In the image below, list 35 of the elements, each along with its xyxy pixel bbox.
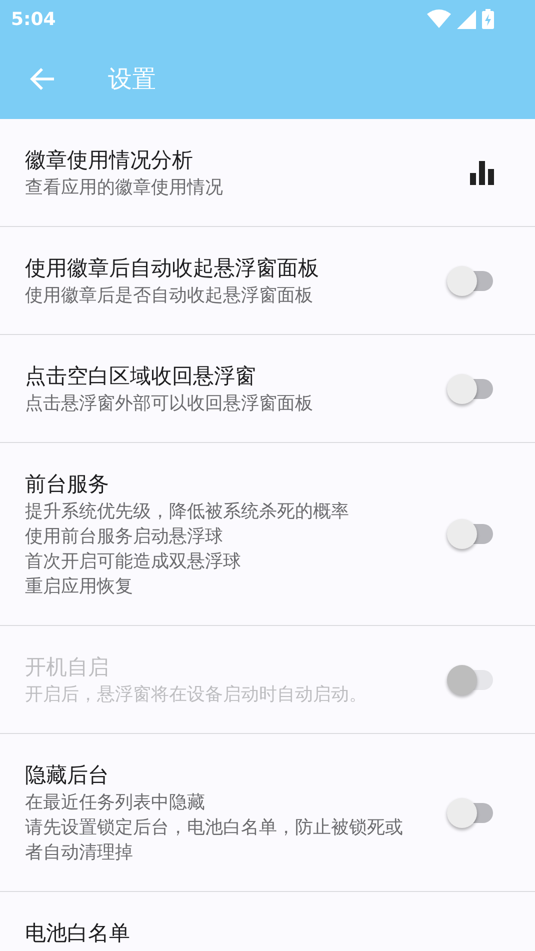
- setting-row[interactable]: 徽章使用情况分析 查看应用的徽章使用情况: [0, 119, 535, 227]
- setting-title: 电池白名单: [25, 920, 131, 947]
- status-time: 5:04: [11, 8, 56, 32]
- setting-row[interactable]: 前台服务 提升系统优先级，降低被系统杀死的概率 使用前台服务启动悬浮球 首次开启可能造成双悬浮球 重启应用恢复: [0, 443, 535, 626]
- bar-chart-icon: [469, 160, 495, 184]
- toggle-switch[interactable]: [447, 266, 495, 296]
- toggle-switch[interactable]: [447, 664, 495, 694]
- setting-summary: 点击悬浮窗外部可以收回悬浮窗面板: [25, 392, 314, 416]
- page-title: 设置: [108, 64, 156, 94]
- setting-title: 徽章使用情况分析: [25, 147, 194, 174]
- setting-summary: 重启应用恢复: [25, 575, 134, 599]
- toggle-switch[interactable]: [447, 798, 495, 828]
- setting-summary: 开启后，悬浮窗将在设备启动时自动启动。: [25, 683, 368, 707]
- toggle-switch[interactable]: [447, 519, 495, 549]
- setting-title: 点击空白区域收回悬浮窗: [25, 363, 257, 390]
- setting-summary: 首次开启可能造成双悬浮球: [25, 550, 242, 574]
- setting-row[interactable]: 隐藏后台 在最近任务列表中隐藏 请先设置锁定后台，电池白名单，防止被锁死或者自动清理掉: [0, 734, 535, 892]
- setting-summary: 使用前台服务启动悬浮球: [25, 525, 224, 549]
- setting-title: 开机自启: [25, 654, 110, 681]
- setting-row[interactable]: 使用徽章后自动收起悬浮窗面板 使用徽章后是否自动收起悬浮窗面板: [0, 227, 535, 335]
- setting-summary: 查看应用的徽章使用情况: [25, 176, 224, 200]
- back-arrow-icon: [29, 66, 55, 90]
- setting-title: 使用徽章后自动收起悬浮窗面板: [25, 255, 320, 282]
- setting-row[interactable]: 点击空白区域收回悬浮窗 点击悬浮窗外部可以收回悬浮窗面板: [0, 335, 535, 443]
- setting-title: 前台服务: [25, 471, 110, 498]
- battery-icon: [482, 9, 494, 29]
- setting-row[interactable]: 电池白名单: [0, 892, 535, 951]
- setting-summary: 在最近任务列表中隐藏: [25, 791, 206, 815]
- setting-summary: 使用徽章后是否自动收起悬浮窗面板: [25, 284, 314, 308]
- setting-title: 隐藏后台: [25, 762, 110, 789]
- setting-summary: 提升系统优先级，降低被系统杀死的概率: [25, 500, 350, 524]
- signal-icon: [457, 10, 476, 28]
- toggle-switch[interactable]: [447, 374, 495, 404]
- setting-summary: 请先设置锁定后台，电池白名单，防止被锁死或者自动清理掉: [25, 816, 404, 865]
- wifi-icon: [427, 9, 451, 29]
